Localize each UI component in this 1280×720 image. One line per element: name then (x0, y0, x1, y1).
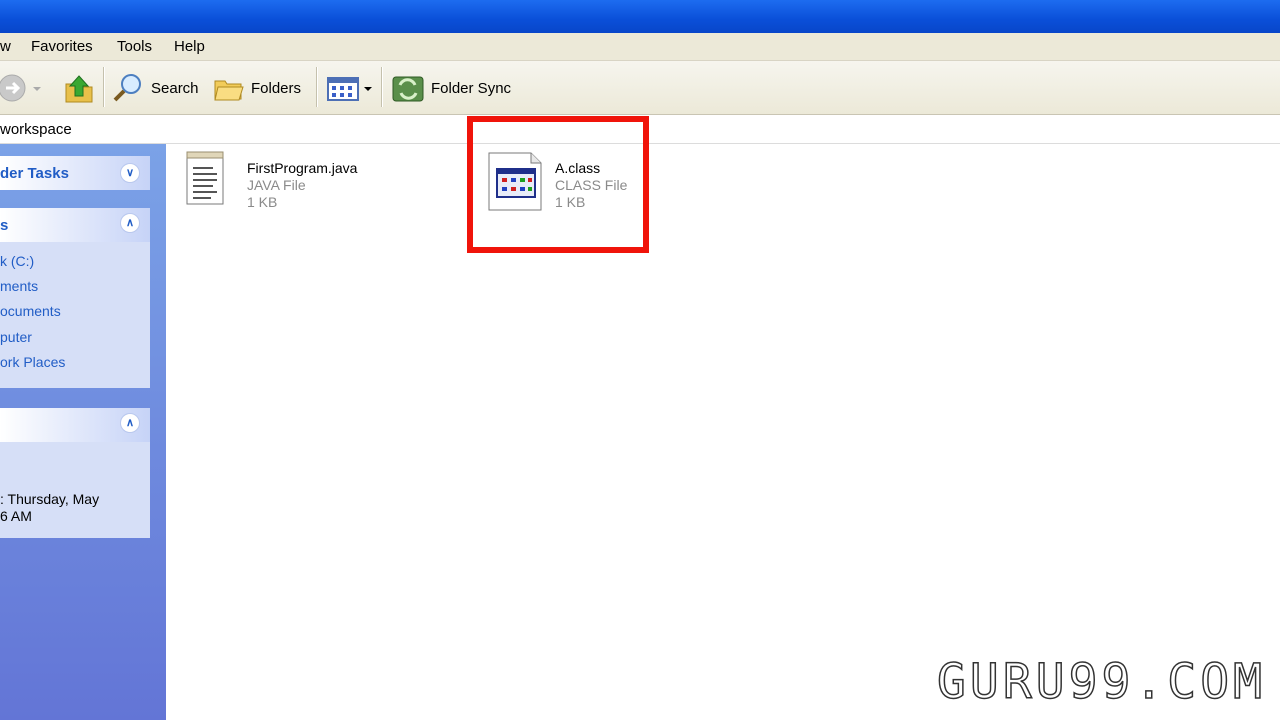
task-pane: der Tasks ∨ s ∧ k (C:) ments ocuments pu… (0, 144, 166, 720)
menu-view[interactable]: w (0, 38, 11, 55)
folders-button[interactable]: Folders (213, 71, 301, 105)
window-title-bar (0, 0, 1280, 33)
folder-sync-button[interactable]: Folder Sync (391, 71, 511, 105)
menu-help[interactable]: Help (174, 38, 205, 55)
address-path[interactable]: workspace (0, 121, 72, 138)
up-folder-button[interactable] (64, 71, 94, 105)
text-document-icon (186, 151, 224, 205)
link-my-network-places[interactable]: ork Places (0, 354, 65, 370)
toolbar-separator (381, 67, 383, 107)
search-label: Search (151, 79, 199, 97)
file-list-area: FirstProgram.java JAVA File 1 KB A.class… (167, 144, 1280, 720)
toolbar-separator (103, 67, 105, 107)
file-folder-tasks-panel: der Tasks ∨ (0, 156, 150, 190)
collapse-chevron-icon[interactable]: ∧ (120, 413, 140, 433)
file-size: 1 KB (247, 194, 278, 210)
views-icon (327, 77, 372, 101)
search-button[interactable]: Search (111, 71, 199, 105)
menu-bar: w Favorites Tools Help (0, 33, 1280, 61)
file-item-firstprogram-java[interactable]: FirstProgram.java JAVA File 1 KB (183, 150, 443, 210)
other-places-header[interactable]: s ∧ (0, 208, 150, 242)
file-name: FirstProgram.java (247, 160, 358, 176)
views-button[interactable] (326, 71, 374, 105)
expand-chevron-icon[interactable]: ∨ (120, 163, 140, 183)
link-my-documents[interactable]: ocuments (0, 303, 61, 319)
watermark-text: GURU99.COM (936, 653, 1266, 711)
link-my-computer[interactable]: puter (0, 329, 32, 345)
toolbar: Search Folders Folder Sync (0, 61, 1280, 115)
up-folder-icon (65, 75, 93, 103)
other-places-panel: s ∧ k (C:) ments ocuments puter ork Plac… (0, 208, 150, 388)
folders-label: Folders (251, 79, 302, 97)
file-folder-tasks-header[interactable]: der Tasks ∨ (0, 156, 150, 190)
collapse-chevron-icon[interactable]: ∧ (120, 213, 140, 233)
link-local-disk[interactable]: k (C:) (0, 253, 34, 269)
link-shared-documents[interactable]: ments (0, 278, 38, 294)
menu-favorites[interactable]: Favorites (31, 38, 93, 55)
date-modified-text: : Thursday, May (0, 491, 100, 507)
details-header[interactable]: ∧ (0, 408, 150, 442)
toolbar-separator (316, 67, 318, 107)
folder-sync-icon (392, 76, 424, 102)
time-modified-text: 6 AM (0, 508, 32, 524)
details-panel: ∧ : Thursday, May 6 AM (0, 408, 150, 538)
other-places-title: s (0, 217, 9, 234)
dropdown-arrow-icon[interactable] (30, 73, 44, 103)
file-folder-tasks-title: der Tasks (0, 165, 69, 182)
forward-button[interactable] (0, 71, 44, 105)
folder-sync-label: Folder Sync (431, 79, 512, 97)
highlight-box (467, 116, 649, 253)
folders-icon (214, 80, 244, 101)
menu-tools[interactable]: Tools (117, 38, 152, 55)
file-type: JAVA File (247, 177, 306, 193)
forward-arrow-icon (0, 74, 26, 102)
search-icon (113, 74, 141, 102)
